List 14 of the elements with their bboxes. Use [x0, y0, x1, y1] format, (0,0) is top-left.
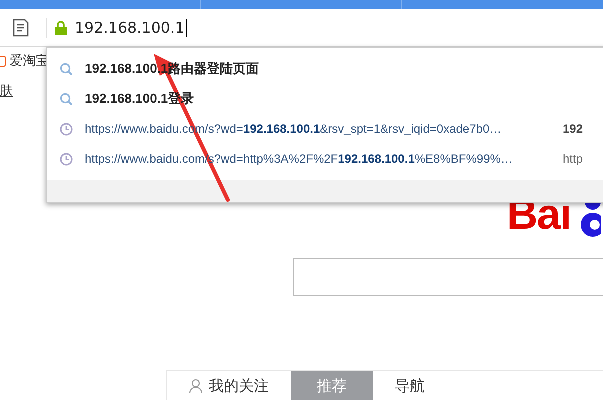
search-icon [60, 62, 73, 76]
page-icon[interactable] [13, 18, 29, 36]
clock-icon [60, 122, 73, 136]
feed-tab[interactable]: 导航 [373, 371, 447, 400]
feed-tab[interactable]: 我的关注 [167, 371, 291, 400]
clock-icon [60, 152, 73, 166]
search-icon [60, 92, 73, 106]
suggestion-detail: http [563, 152, 584, 166]
address-field[interactable]: 192.168.100.1 [75, 18, 185, 36]
lock-icon [55, 20, 67, 34]
search-field[interactable] [293, 258, 603, 296]
suggestion-detail: 192 [563, 122, 584, 136]
person-icon [189, 378, 203, 394]
page-link[interactable]: 肤 [0, 82, 49, 100]
